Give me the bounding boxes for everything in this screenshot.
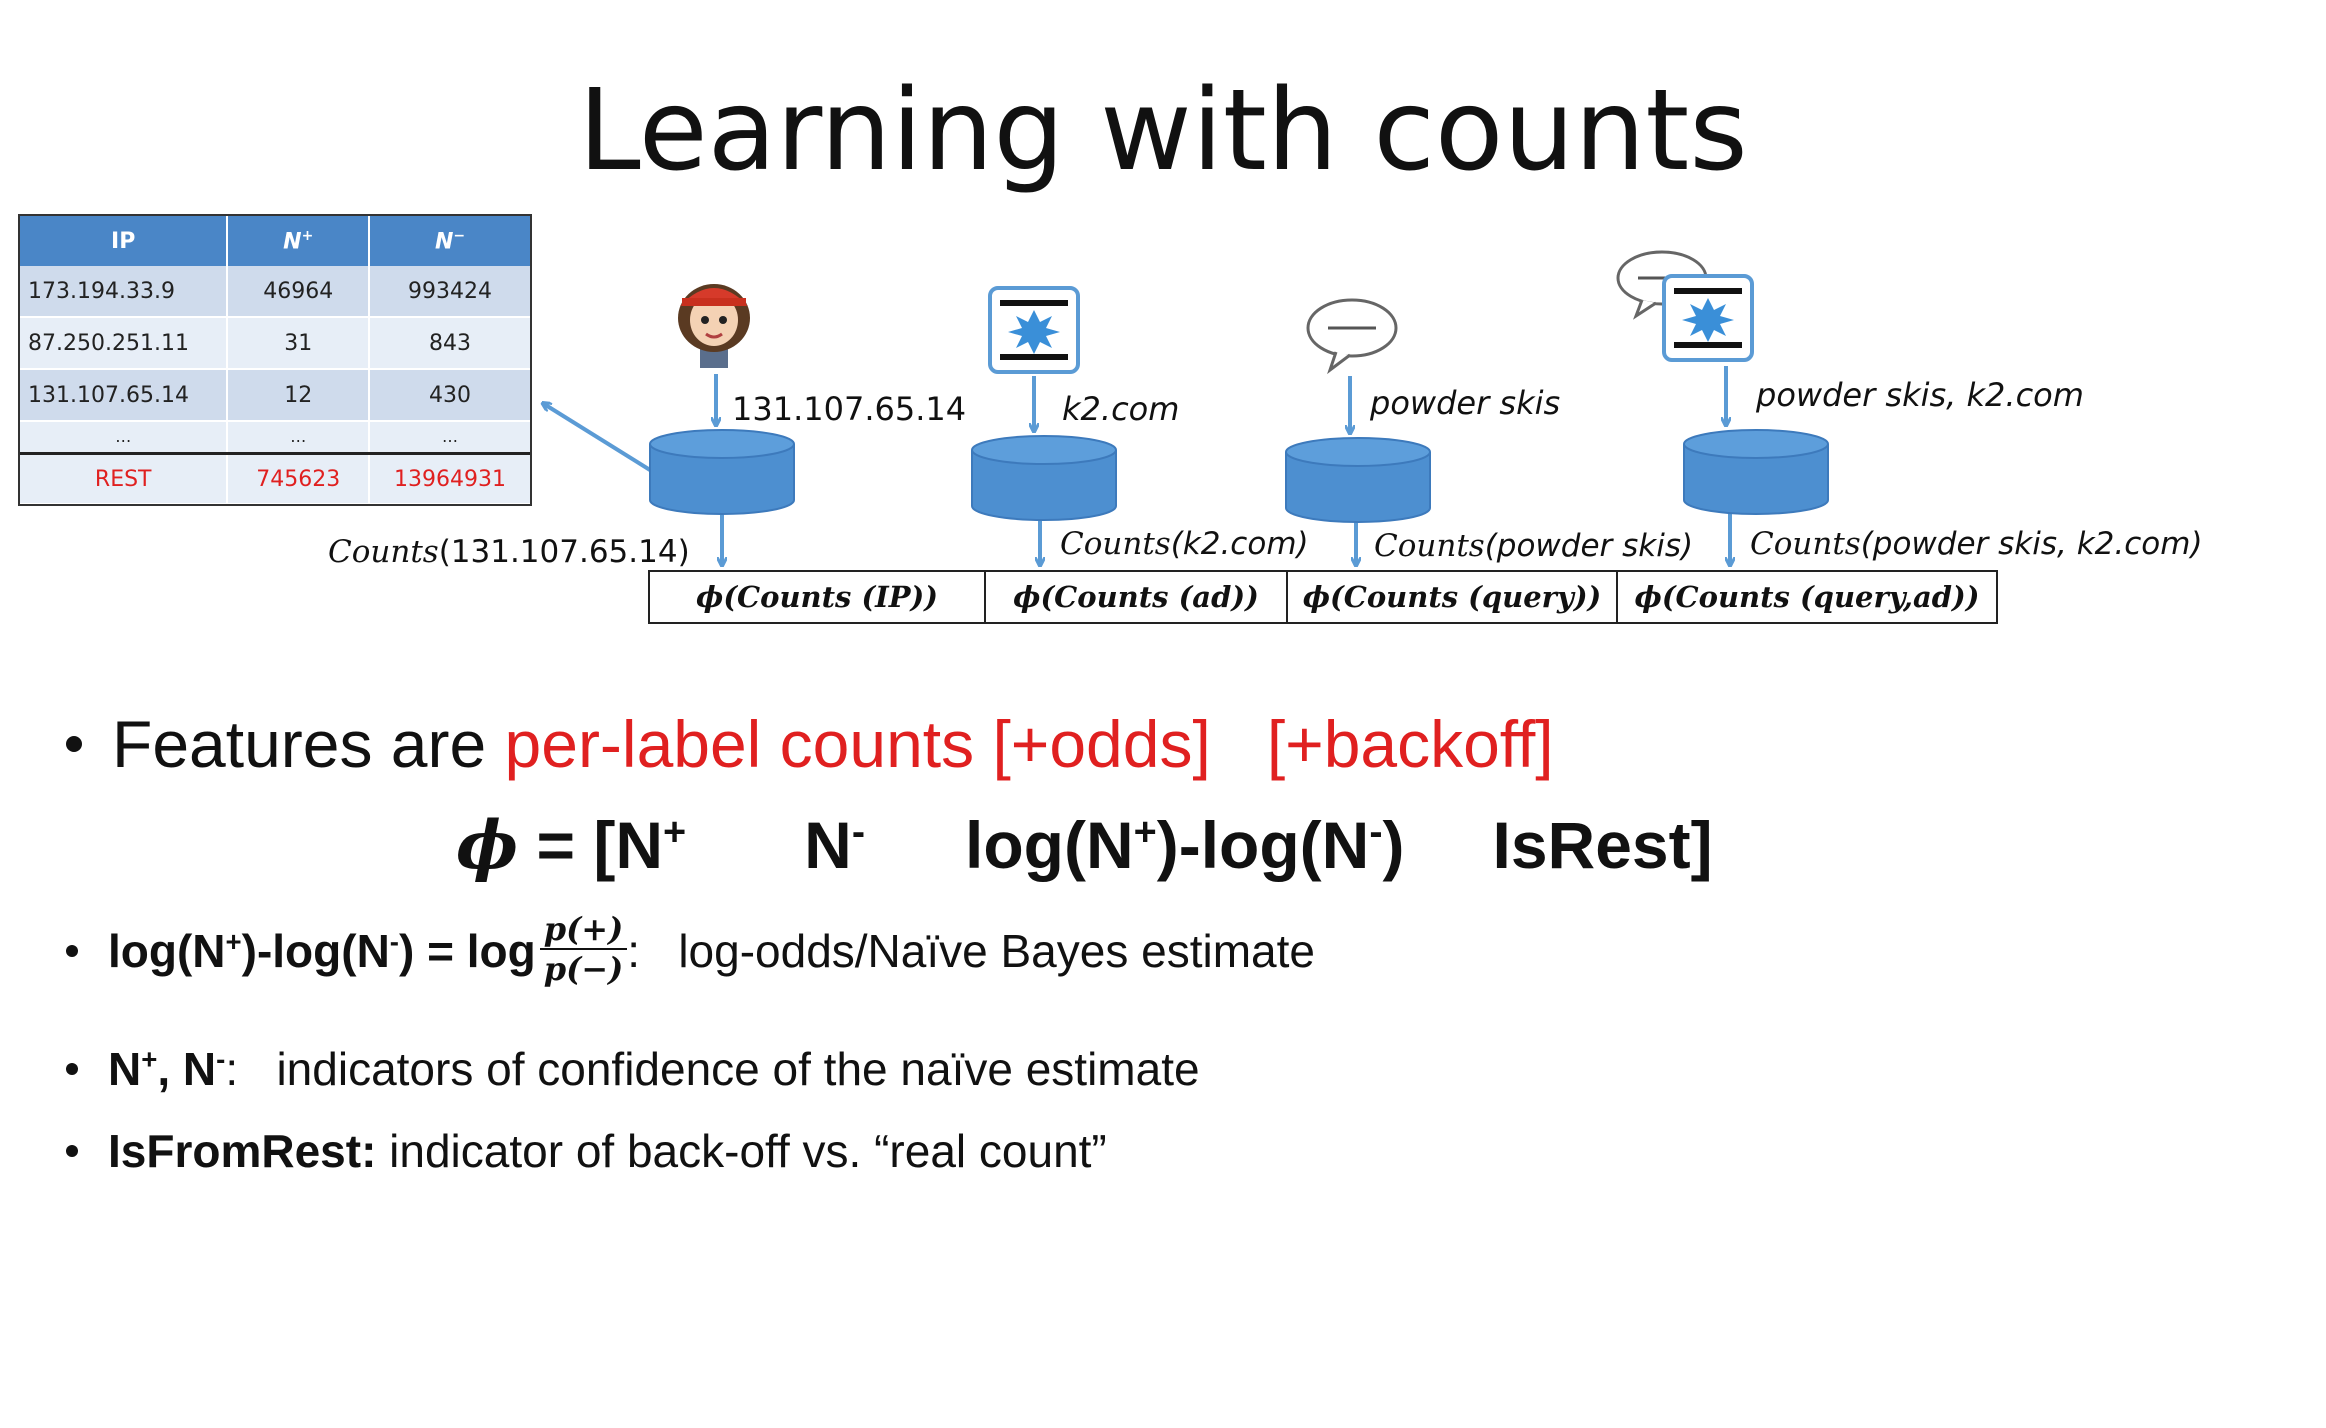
database-icon xyxy=(971,435,1117,521)
bullet-highlight: per-label counts [+odds] xyxy=(504,707,1211,781)
input-label-query-ad: powder skis, k2.com xyxy=(1756,376,2084,414)
feature-box-query: ϕ(Counts (query)) xyxy=(1288,572,1618,622)
input-label-query: powder skis xyxy=(1370,384,1561,422)
feature-vector-row: ϕ(Counts (IP)) ϕ(Counts (ad)) ϕ(Counts (… xyxy=(648,570,1998,624)
counts-label-query-ad: Counts(powder skis, k2.com) xyxy=(1750,526,2203,562)
bullet-features: Features are per-label counts [+odds] [+b… xyxy=(66,706,1554,782)
bullet-log-odds: log(N+)-log(N-) = log p(+) p(−): log-odds/… xyxy=(66,910,1315,994)
feature-box-query-ad: ϕ(Counts (query,ad)) xyxy=(1634,580,1980,614)
bullet-highlight: [+backoff] xyxy=(1266,707,1554,781)
ad-banner-icon xyxy=(988,286,1080,374)
arrow-icon xyxy=(544,404,652,472)
feature-box-ad: ϕ(Counts (ad)) xyxy=(986,572,1288,622)
speech-bubble-ad-icon xyxy=(1616,250,1754,362)
feature-box-ip: ϕ(Counts (IP)) xyxy=(650,572,986,622)
phi-formula: ϕ = [N+ N-log(N+)-log(N-) IsRest] xyxy=(456,806,1713,884)
counts-label-query: Counts(powder skis) xyxy=(1374,528,1694,564)
probability-fraction: p(+) p(−) xyxy=(539,910,628,988)
bullet-dot xyxy=(66,945,78,957)
database-icon xyxy=(649,429,795,515)
bullet-dot xyxy=(66,1062,78,1075)
database-icon xyxy=(1683,429,1829,515)
bullet-dot xyxy=(66,1144,78,1157)
bullet-dot xyxy=(66,735,82,752)
input-label-ad: k2.com xyxy=(1062,390,1180,428)
speech-bubble-icon xyxy=(1306,298,1398,375)
counts-label-ip: Counts(131.107.65.14) xyxy=(328,534,690,570)
bullet-confidence: N+, N-: indicators of confidence of the … xyxy=(66,1042,1200,1096)
input-label-ip: 131.107.65.14 xyxy=(732,390,967,428)
counts-label-ad: Counts(k2.com) xyxy=(1060,526,1309,562)
bullet-text: Features are xyxy=(112,707,505,781)
database-icon xyxy=(1285,437,1431,523)
user-avatar-icon xyxy=(678,284,750,368)
bullet-is-from-rest: IsFromRest: indicator of back-off vs. “r… xyxy=(66,1124,1107,1178)
